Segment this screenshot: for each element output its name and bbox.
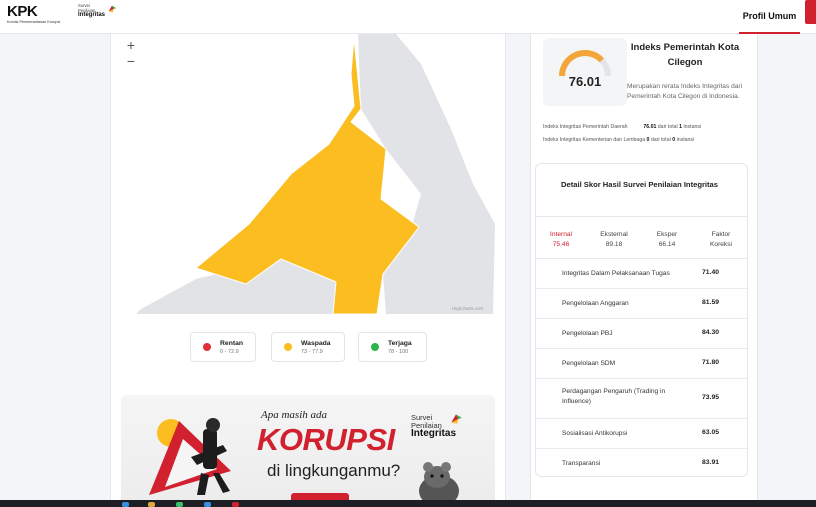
- banner-headline: KORUPSI: [257, 422, 395, 457]
- score-row-name: Pengelolaan Anggaran: [562, 300, 629, 307]
- tab-internal[interactable]: Internal 75.46: [536, 230, 586, 250]
- tab-label: Eksper: [656, 231, 678, 238]
- score-row-name: Sosialisasi Antikorupsi: [562, 430, 628, 437]
- nav-profil-umum[interactable]: Profil Umum: [739, 0, 800, 34]
- score-row-name: Perdagangan Pengaruh (Trading in Influen…: [562, 388, 666, 405]
- score-row-name: Pengelolaan PBJ: [562, 330, 613, 337]
- index-line-value: 0: [646, 137, 650, 143]
- kpk-logo-subtitle: Komisi Pemberantasan Korupsi: [7, 20, 61, 24]
- tab-label: Internal: [550, 231, 572, 238]
- legend-range: 73 - 77.9: [301, 348, 323, 355]
- legend-range: 0 - 72.9: [220, 348, 239, 355]
- map-credit[interactable]: Highcharts.com: [452, 306, 483, 311]
- legend-item-waspada: Waspada 73 - 77.9: [271, 332, 345, 362]
- index-line-unit: instansi: [676, 137, 695, 143]
- legend-label: Rentan: [220, 339, 244, 347]
- index-line-pemda: Indeks Integritas Pemerintah Daerah 76.0…: [543, 124, 701, 130]
- spi-logo[interactable]: Survei Penilaian Integritas: [78, 3, 117, 18]
- tab-value: Koreksi: [710, 241, 732, 248]
- legend-label: Terjaga: [388, 339, 412, 347]
- index-line-count: 0: [672, 137, 676, 143]
- legend-item-terjaga: Terjaga 78 - 100: [358, 332, 427, 362]
- index-line-value: 76.01: [643, 124, 657, 130]
- nav-red-button[interactable]: [805, 0, 816, 24]
- top-navbar: [0, 0, 816, 34]
- score-row-name: Transparansi: [562, 460, 601, 467]
- kpk-logo[interactable]: KPK Komisi Pemberantasan Korupsi: [7, 3, 60, 24]
- tab-label: Faktor: [711, 231, 731, 238]
- score-row-value: 83.91: [702, 459, 720, 466]
- legend-label: Waspada: [301, 339, 331, 347]
- banner-subline: di lingkunganmu?: [267, 461, 401, 480]
- score-row-value: 84.30: [702, 329, 720, 336]
- tab-value: 75.46: [552, 241, 570, 248]
- spi-bird-icon: [108, 5, 117, 13]
- score-row: Pengelolaan Anggaran 81.59: [536, 289, 747, 319]
- divider: [536, 216, 747, 217]
- score-row-value: 71.80: [702, 359, 720, 366]
- banner-bird-icon: [451, 414, 462, 424]
- index-line-label: Indeks Integritas Pemerintah Daerah: [543, 124, 628, 130]
- index-line-suffix: dari total: [657, 124, 678, 130]
- score-row: Sosialisasi Antikorupsi 63.05: [536, 419, 747, 449]
- score-row: Perdagangan Pengaruh (Trading in Influen…: [536, 379, 747, 419]
- score-row-value: 73.95: [702, 394, 720, 401]
- index-description: Merupakan rerata Indeks Integritas dari …: [627, 83, 743, 100]
- zoom-out-button[interactable]: −: [123, 53, 139, 69]
- score-row: Transparansi 83.91: [536, 449, 747, 477]
- legend-dot-red: [203, 343, 211, 351]
- gauge-fill: [559, 50, 604, 77]
- gauge-card: 76.01: [543, 38, 627, 106]
- banner-logo-line3: Integritas: [411, 428, 457, 439]
- tab-faktor-koreksi[interactable]: Faktor Koreksi: [696, 230, 746, 250]
- score-row-name: Pengelolaan SDM: [562, 360, 616, 367]
- index-gauge: [559, 50, 611, 77]
- taskbar-app-icon[interactable]: [176, 502, 183, 507]
- score-row-name: Integritas Dalam Pelaksanaan Tugas: [562, 270, 670, 277]
- index-line-unit: instansi: [683, 124, 702, 130]
- score-row-value: 81.59: [702, 299, 720, 306]
- spi-logo-line3: Integritas: [78, 12, 106, 18]
- detail-title: Detail Skor Hasil Survei Penilaian Integ…: [561, 180, 718, 189]
- index-title: Indeks Pemerintah Kota Cilegon: [630, 42, 740, 68]
- map-area[interactable]: [121, 34, 495, 314]
- taskbar-app-icon[interactable]: [232, 502, 239, 507]
- tab-value: 66.14: [658, 241, 676, 248]
- legend-dot-green: [371, 343, 379, 351]
- banner-tagline: Apa masih ada: [261, 409, 327, 421]
- score-row-value: 63.05: [702, 429, 720, 436]
- index-line-label: Indeks Integritas Kementerian dan Lembag…: [543, 137, 646, 143]
- legend-dot-yellow: [284, 343, 292, 351]
- index-line-suffix: dari total: [650, 137, 671, 143]
- cilegon-map: [136, 34, 495, 314]
- score-row: Pengelolaan SDM 71.80: [536, 349, 747, 379]
- kpk-logo-text: KPK: [7, 3, 38, 20]
- banner-illustration: [149, 418, 231, 495]
- taskbar-app-icon[interactable]: [122, 502, 129, 507]
- score-row: Pengelolaan PBJ 84.30: [536, 319, 747, 349]
- spi-logo-text: Survei Penilaian Integritas: [78, 3, 105, 18]
- campaign-banner[interactable]: Apa masih ada KORUPSI di lingkunganmu? S…: [121, 395, 495, 507]
- tab-label: Eksternal: [600, 231, 628, 238]
- index-line-count: 1: [679, 124, 683, 130]
- score-row-value: 71.40: [702, 269, 720, 276]
- legend-item-rentan: Rentan 0 - 72.9: [190, 332, 256, 362]
- taskbar-app-icon[interactable]: [148, 502, 155, 507]
- taskbar-app-icon[interactable]: [204, 502, 211, 507]
- tab-eksper[interactable]: Eksper 66.14: [642, 230, 692, 250]
- kpk-logo-mark: KPK: [7, 3, 60, 20]
- gauge-value: 76.01: [568, 74, 602, 89]
- index-line-kl: Indeks Integritas Kementerian dan Lembag…: [543, 137, 694, 143]
- tab-value: 89.18: [605, 241, 623, 248]
- legend-range: 78 - 100: [388, 348, 409, 355]
- score-row: Integritas Dalam Pelaksanaan Tugas 71.40: [536, 259, 747, 289]
- tab-eksternal[interactable]: Eksternal 89.18: [589, 230, 639, 250]
- zoom-in-button[interactable]: +: [123, 37, 139, 53]
